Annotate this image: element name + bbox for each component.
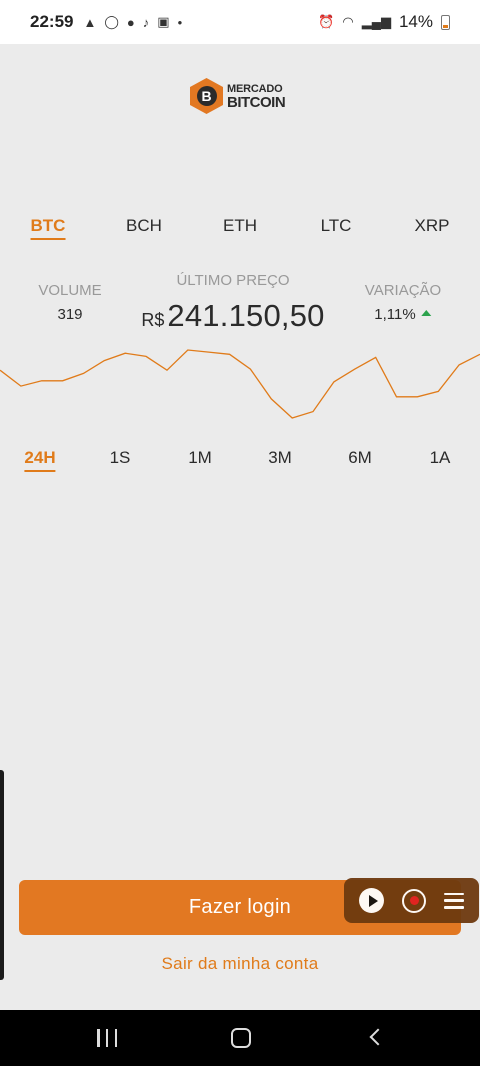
- battery-icon: [441, 14, 450, 30]
- app-screen: B MERCADO BITCOIN BTC BCH ETH LTC XRP VO…: [0, 44, 480, 1010]
- recent-apps-icon[interactable]: [97, 1029, 117, 1047]
- period-tabs: 24H 1S 1M 3M 6M 1A: [0, 448, 480, 478]
- price-line-series: [0, 349, 480, 419]
- edge-panel-handle[interactable]: [0, 770, 4, 980]
- market-stats: VOLUME 319 ÚLTIMO PREÇO R$241.150,50 VAR…: [0, 270, 480, 340]
- screen-recorder-widget[interactable]: [344, 878, 479, 923]
- price-chart: [0, 349, 480, 419]
- variation-value: 1,11%: [374, 306, 416, 323]
- period-6m[interactable]: 6M: [348, 448, 372, 468]
- coin-tabs: BTC BCH ETH LTC XRP: [0, 216, 480, 246]
- last-price: R$241.150,50: [141, 298, 324, 334]
- tab-eth[interactable]: ETH: [223, 216, 257, 236]
- price-currency: R$: [141, 310, 165, 330]
- record-icon[interactable]: [402, 888, 426, 913]
- warning-icon: ▲: [83, 14, 97, 30]
- tab-btc[interactable]: BTC: [30, 216, 66, 240]
- logo-hexagon-icon: B: [190, 78, 223, 114]
- period-3m[interactable]: 3M: [268, 448, 292, 468]
- period-1m[interactable]: 1M: [188, 448, 212, 468]
- signal-icon: ▂▄▆: [361, 14, 391, 29]
- cast-icon: ▣: [157, 14, 170, 29]
- period-1a[interactable]: 1A: [430, 448, 451, 468]
- menu-icon[interactable]: [444, 892, 464, 909]
- logo-mark: B: [196, 86, 217, 106]
- back-icon[interactable]: [369, 1028, 387, 1046]
- logo-line-2: BITCOIN: [227, 94, 286, 111]
- alarm-icon: ⏰: [318, 14, 335, 29]
- battery-level: 14%: [398, 12, 433, 31]
- volume-label: VOLUME: [38, 282, 102, 299]
- tab-ltc[interactable]: LTC: [321, 216, 352, 236]
- system-nav-bar: [0, 1010, 480, 1066]
- price-value: 241.150,50: [167, 298, 325, 333]
- period-1s[interactable]: 1S: [110, 448, 131, 468]
- wifi-icon: ◠: [342, 14, 354, 29]
- dot-icon: •: [177, 14, 183, 30]
- status-bar: 22:59 ▲ ◯ ● ♪ ▣ • ⏰ ◠ ▂▄▆ 14%: [0, 0, 480, 44]
- last-price-label: ÚLTIMO PREÇO: [176, 272, 290, 289]
- period-24h[interactable]: 24H: [24, 448, 56, 472]
- tab-xrp[interactable]: XRP: [415, 216, 450, 236]
- home-icon[interactable]: [231, 1028, 251, 1048]
- arrow-up-icon: [421, 310, 432, 316]
- mercado-bitcoin-logo: B MERCADO BITCOIN: [190, 78, 286, 114]
- logout-link[interactable]: Sair da minha conta: [0, 954, 480, 974]
- variation-label: VARIAÇÃO: [364, 282, 442, 299]
- status-bar-right: ⏰ ◠ ▂▄▆ 14%: [318, 12, 450, 32]
- variation-value-wrap: 1,11%: [374, 306, 432, 323]
- tab-bch[interactable]: BCH: [126, 216, 162, 236]
- play-icon[interactable]: [359, 888, 384, 913]
- logo-text: MERCADO BITCOIN: [227, 83, 286, 111]
- tiktok-icon: ♪: [142, 14, 150, 30]
- status-time: 22:59: [30, 12, 74, 31]
- volume-value: 319: [57, 306, 83, 323]
- facebook-icon: ●: [126, 14, 135, 30]
- whatsapp-icon: ◯: [104, 14, 119, 29]
- status-bar-left: 22:59 ▲ ◯ ● ♪ ▣ •: [30, 12, 182, 32]
